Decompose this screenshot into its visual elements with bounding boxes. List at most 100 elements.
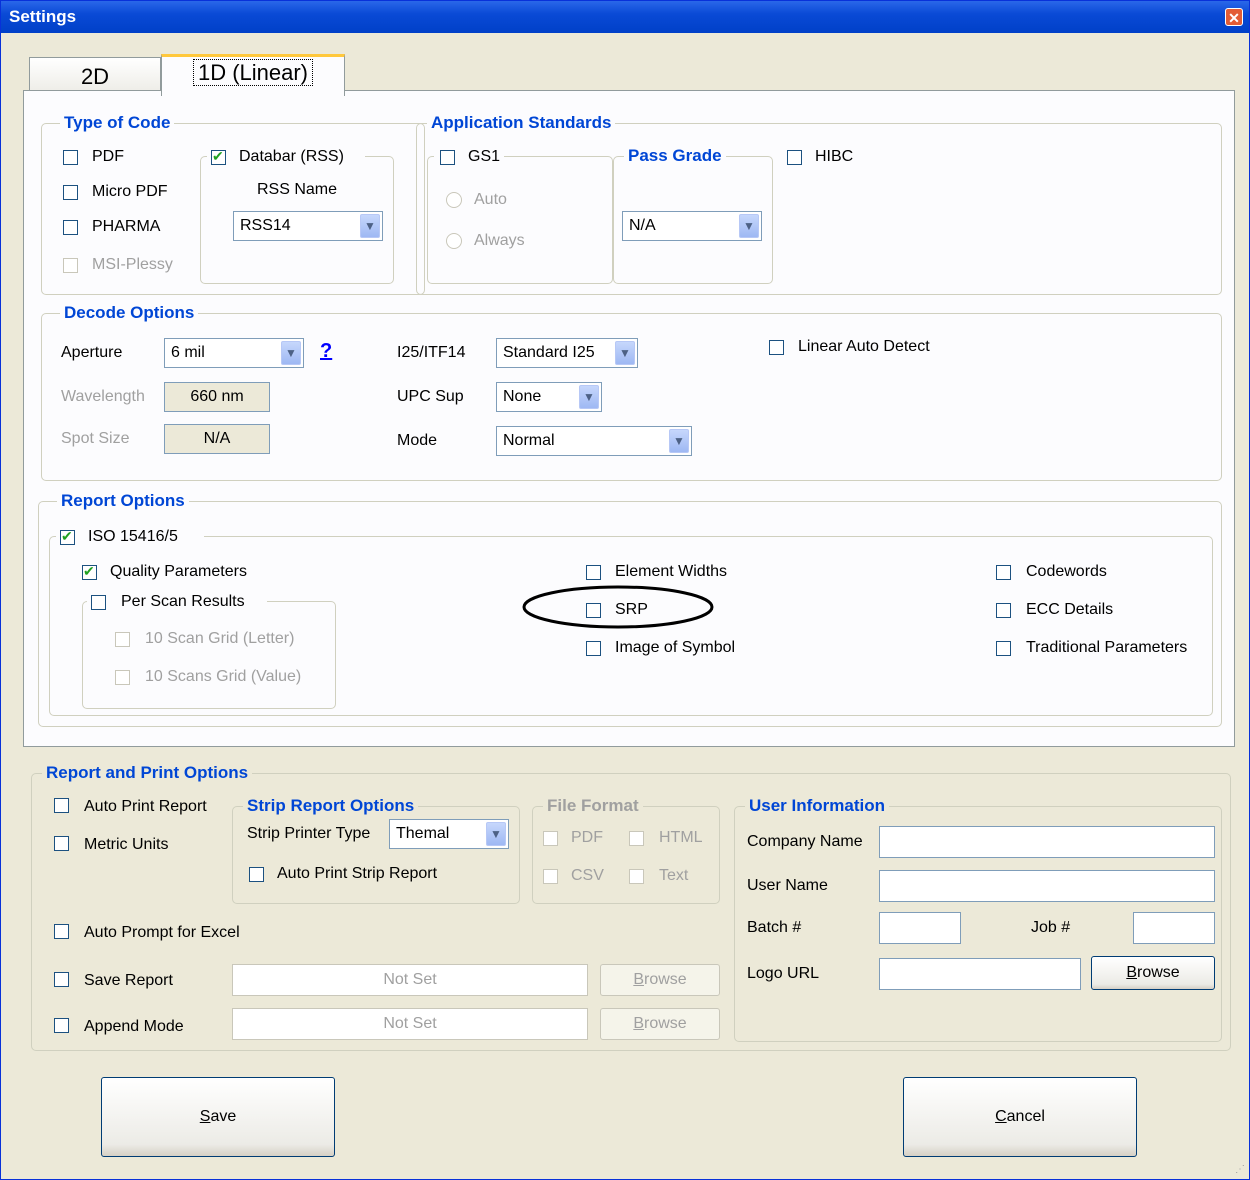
chevron-down-icon[interactable]: ▼ xyxy=(669,429,689,453)
file-format-html-checkbox[interactable] xyxy=(629,831,644,846)
always-radio[interactable] xyxy=(446,233,462,249)
decode-options-group: Decode Options Aperture 6 mil ▼ ? Wavele… xyxy=(41,303,1222,481)
file-format-pdf-checkbox[interactable] xyxy=(543,831,558,846)
mode-value: Normal xyxy=(503,432,555,449)
cancel-button[interactable]: Cancel xyxy=(903,1077,1137,1157)
wavelength-value: 660 nm xyxy=(164,382,270,412)
window-title: Settings xyxy=(9,7,77,26)
iso-checkbox[interactable] xyxy=(60,528,75,545)
auto-print-report-checkbox[interactable] xyxy=(54,798,69,813)
spot-size-value: N/A xyxy=(164,424,270,454)
company-name-input[interactable] xyxy=(879,826,1215,858)
spot-size-label: Spot Size xyxy=(61,430,130,447)
i25-select[interactable]: Standard I25 ▼ xyxy=(496,338,638,368)
user-name-input[interactable] xyxy=(879,870,1215,902)
aperture-select[interactable]: 6 mil ▼ xyxy=(164,338,304,368)
settings-window: Settings ✕ 2D 1D (Linear) Type of Code P… xyxy=(0,0,1250,1180)
company-name-label: Company Name xyxy=(747,833,863,850)
resize-grip-icon[interactable]: ⋰ xyxy=(1235,1164,1245,1175)
file-format-csv-label: CSV xyxy=(571,867,604,884)
upc-sup-label: UPC Sup xyxy=(397,388,464,405)
cancel-rest: ancel xyxy=(1006,1108,1045,1125)
upc-sup-select[interactable]: None ▼ xyxy=(496,382,602,412)
traditional-parameters-checkbox[interactable] xyxy=(996,641,1011,656)
quality-parameters-checkbox[interactable] xyxy=(82,563,97,580)
rss-name-value: RSS14 xyxy=(240,217,291,234)
logo-url-label: Logo URL xyxy=(747,965,820,982)
job-label: Job # xyxy=(1031,919,1071,936)
pharma-checkbox[interactable] xyxy=(63,220,78,235)
scan-grid-letter-checkbox[interactable] xyxy=(115,632,130,647)
auto-radio[interactable] xyxy=(446,192,462,208)
iso-label: ISO 15416/5 xyxy=(88,528,178,546)
title-bar[interactable]: Settings ✕ xyxy=(1,1,1249,33)
save-report-checkbox[interactable] xyxy=(54,972,69,987)
pdf-checkbox[interactable] xyxy=(63,150,78,165)
chevron-down-icon[interactable]: ▼ xyxy=(486,822,506,846)
per-scan-results-checkbox[interactable] xyxy=(91,595,106,610)
rss-name-select[interactable]: RSS14 ▼ xyxy=(233,211,383,241)
mode-select[interactable]: Normal ▼ xyxy=(496,426,692,456)
msi-plessy-label: MSI-Plessy xyxy=(92,256,173,273)
upc-sup-value: None xyxy=(503,388,542,405)
strip-report-options-group: Strip Report Options Strip Printer Type … xyxy=(232,796,520,904)
save-button[interactable]: Save xyxy=(101,1077,335,1157)
chevron-down-icon[interactable]: ▼ xyxy=(360,214,380,238)
auto-print-strip-label: Auto Print Strip Report xyxy=(277,865,438,882)
databar-group: Databar (RSS) RSS Name RSS14 ▼ xyxy=(200,146,394,284)
element-widths-checkbox[interactable] xyxy=(586,565,601,580)
strip-printer-type-select[interactable]: Themal ▼ xyxy=(389,819,509,849)
user-name-label: User Name xyxy=(747,877,828,894)
codewords-label: Codewords xyxy=(1026,563,1107,580)
job-input[interactable] xyxy=(1133,912,1215,944)
file-format-text-checkbox[interactable] xyxy=(629,869,644,884)
report-options-title: Report Options xyxy=(57,491,189,511)
pass-grade-group: Pass Grade N/A ▼ xyxy=(613,146,773,284)
cancel-accel: C xyxy=(995,1108,1007,1125)
append-mode-checkbox[interactable] xyxy=(54,1018,69,1033)
chevron-down-icon[interactable]: ▼ xyxy=(615,341,635,365)
batch-label: Batch # xyxy=(747,919,802,936)
hibc-checkbox[interactable] xyxy=(787,150,802,165)
ecc-details-checkbox[interactable] xyxy=(996,603,1011,618)
wavelength-label: Wavelength xyxy=(61,388,145,405)
linear-auto-detect-checkbox[interactable] xyxy=(769,340,784,355)
tab-1d-linear[interactable]: 1D (Linear) xyxy=(161,54,345,96)
pass-grade-select[interactable]: N/A ▼ xyxy=(622,211,762,241)
strip-report-options-title: Strip Report Options xyxy=(243,796,419,816)
logo-browse-button[interactable]: Browse xyxy=(1091,956,1215,990)
msi-plessy-checkbox[interactable] xyxy=(63,258,78,273)
metric-units-checkbox[interactable] xyxy=(54,836,69,851)
aperture-help-link[interactable]: ? xyxy=(320,340,332,363)
auto-print-strip-checkbox[interactable] xyxy=(249,867,264,882)
linear-auto-detect-label: Linear Auto Detect xyxy=(798,338,930,355)
gs1-checkbox[interactable] xyxy=(440,150,455,165)
scan-grid-value-checkbox[interactable] xyxy=(115,670,130,685)
tab-2d-label: 2D xyxy=(80,64,110,89)
append-mode-browse-button[interactable]: Browse xyxy=(600,1008,720,1040)
chevron-down-icon[interactable]: ▼ xyxy=(281,341,301,365)
micro-pdf-checkbox[interactable] xyxy=(63,185,78,200)
save-report-browse-button[interactable]: Browse xyxy=(600,964,720,996)
file-format-csv-checkbox[interactable] xyxy=(543,869,558,884)
chevron-down-icon[interactable]: ▼ xyxy=(579,385,599,409)
append-mode-path: Not Set xyxy=(232,1008,588,1040)
codewords-checkbox[interactable] xyxy=(996,565,1011,580)
image-of-symbol-checkbox[interactable] xyxy=(586,641,601,656)
report-print-options-title: Report and Print Options xyxy=(42,763,253,783)
auto-print-report-label: Auto Print Report xyxy=(84,798,207,815)
auto-prompt-excel-checkbox[interactable] xyxy=(54,924,69,939)
user-information-title: User Information xyxy=(745,796,890,816)
batch-input[interactable] xyxy=(879,912,961,944)
type-of-code-group: Type of Code PDF Micro PDF PHARMA MSI-Pl… xyxy=(41,113,425,295)
browse-accel: B xyxy=(1126,964,1137,981)
report-print-options-group: Report and Print Options Auto Print Repo… xyxy=(31,763,1231,1051)
quality-parameters-label: Quality Parameters xyxy=(110,563,247,580)
close-icon[interactable]: ✕ xyxy=(1225,8,1243,26)
logo-url-input[interactable] xyxy=(879,958,1081,990)
i25-label: I25/ITF14 xyxy=(397,344,466,361)
chevron-down-icon[interactable]: ▼ xyxy=(739,214,759,238)
tab-panel-1d: Type of Code PDF Micro PDF PHARMA MSI-Pl… xyxy=(23,90,1235,747)
databar-checkbox[interactable] xyxy=(211,148,226,165)
browse-rest: rowse xyxy=(1136,964,1180,981)
